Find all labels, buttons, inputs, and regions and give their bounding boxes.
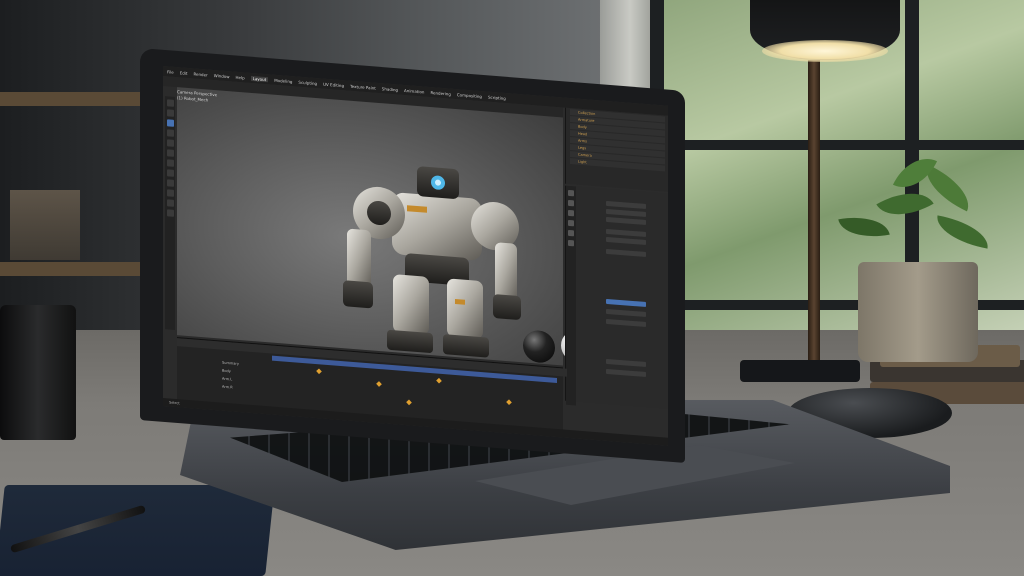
wall-shelf <box>0 92 150 106</box>
workspace-tab-layout[interactable]: Layout <box>250 75 269 82</box>
transform-field[interactable] <box>606 228 646 238</box>
inset-tool-icon[interactable] <box>166 199 174 207</box>
object-tab-icon[interactable] <box>568 219 574 227</box>
workspace-tab[interactable]: Animation <box>404 87 424 94</box>
measure-tool-icon[interactable] <box>166 169 174 177</box>
transform-field[interactable] <box>606 368 646 378</box>
laptop-screen: File Edit Render Window Help Layout Mode… <box>163 66 668 446</box>
select-tool-icon[interactable] <box>166 99 174 107</box>
transform-field[interactable] <box>606 236 646 246</box>
transform-field[interactable] <box>606 208 646 218</box>
shelf-books <box>10 190 80 260</box>
lamp-pole <box>808 60 820 370</box>
extrude-tool-icon[interactable] <box>166 189 174 197</box>
scene-tab-icon[interactable] <box>568 209 574 217</box>
tool-shelf <box>165 96 175 330</box>
move-tool-icon[interactable] <box>166 119 174 127</box>
menu-item[interactable]: Window <box>214 72 230 78</box>
lamp-base <box>740 360 860 382</box>
workspace-tab[interactable]: Shading <box>382 86 398 92</box>
workspace-tab[interactable]: Compositing <box>457 92 482 99</box>
scale-tool-icon[interactable] <box>166 139 174 147</box>
transform-tool-icon[interactable] <box>166 149 174 157</box>
transform-field[interactable] <box>606 318 646 328</box>
workspace-tab[interactable]: Modeling <box>274 77 292 83</box>
add-cube-tool-icon[interactable] <box>166 179 174 187</box>
notebook <box>0 485 275 576</box>
transform-field[interactable] <box>606 308 646 318</box>
workspace-tab[interactable]: Sculpting <box>298 79 317 85</box>
transform-field[interactable] <box>606 248 646 258</box>
status-text: Select <box>169 400 180 406</box>
transform-field[interactable] <box>606 216 646 226</box>
material-tab-icon[interactable] <box>568 239 574 247</box>
transform-field[interactable] <box>606 358 646 368</box>
cursor-tool-icon[interactable] <box>166 109 174 117</box>
coffee-mug <box>0 305 76 440</box>
rotate-tool-icon[interactable] <box>166 129 174 137</box>
output-tab-icon[interactable] <box>568 199 574 207</box>
modifier-tab-icon[interactable] <box>568 229 574 237</box>
transform-field[interactable] <box>606 200 646 210</box>
menu-item[interactable]: Render <box>193 71 207 77</box>
desk-photo: File Edit Render Window Help Layout Mode… <box>0 0 1024 576</box>
wall-shelf <box>0 262 150 276</box>
menu-item[interactable]: Edit <box>180 70 188 76</box>
3d-viewport[interactable] <box>177 87 593 366</box>
lamp-bulb-glow <box>762 40 888 62</box>
workspace-tab[interactable]: Texture Paint <box>350 83 376 90</box>
workspace-tab[interactable]: Rendering <box>430 90 450 97</box>
menu-item[interactable]: Help <box>235 74 244 80</box>
bevel-tool-icon[interactable] <box>166 209 174 217</box>
workspace-tab[interactable]: UV Editing <box>323 81 344 88</box>
window-frame <box>650 140 1024 150</box>
workspace-tab[interactable]: Scripting <box>488 94 506 100</box>
menu-item[interactable]: File <box>167 69 174 75</box>
outliner-panel: Collection Armature Body Head Arms Legs … <box>565 107 668 192</box>
annotate-tool-icon[interactable] <box>166 159 174 167</box>
render-tab-icon[interactable] <box>568 189 574 197</box>
plant-pot <box>858 262 978 362</box>
properties-panel <box>565 185 668 409</box>
selected-field[interactable] <box>606 298 646 308</box>
robot-mech-model <box>343 166 521 358</box>
properties-tabs <box>566 185 576 406</box>
